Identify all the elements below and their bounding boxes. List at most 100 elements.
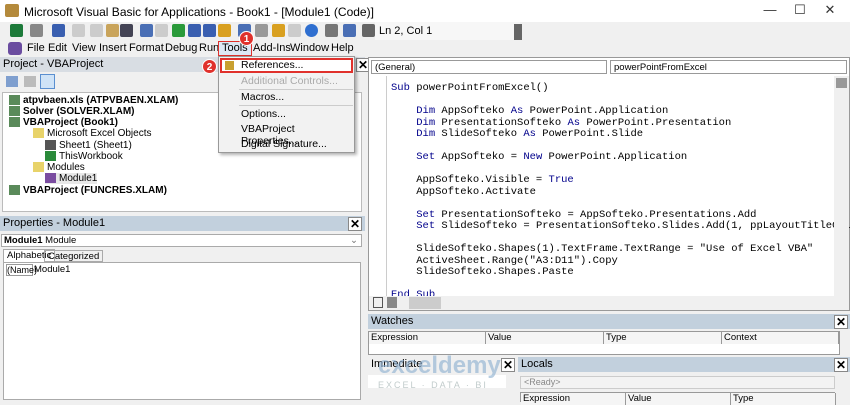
settings-icon[interactable]: [362, 24, 375, 37]
cut-icon[interactable]: [72, 24, 85, 37]
property-name: (Name): [6, 264, 38, 276]
code-line[interactable]: Sub powerPointFromExcel(): [391, 82, 549, 94]
insert-userform-icon[interactable]: [30, 24, 43, 37]
menu-item-options[interactable]: Options...: [241, 108, 286, 120]
properties-window-icon[interactable]: [255, 24, 268, 37]
properties-close-button[interactable]: ✕: [348, 217, 362, 231]
design-mode-icon[interactable]: [218, 24, 231, 37]
toggle-folders-icon[interactable]: [40, 74, 55, 89]
object-dropdown[interactable]: Module1 Module ⌄: [1, 234, 362, 247]
menu-debug[interactable]: Debug: [162, 42, 200, 54]
code-line[interactable]: Set PresentationSofteko = AppSofteko.Pre…: [391, 209, 756, 221]
break-icon[interactable]: [188, 24, 201, 37]
menu-separator: [239, 105, 353, 106]
menu-edit[interactable]: Edit: [45, 42, 70, 54]
minimize-button[interactable]: —: [755, 2, 785, 20]
procedure-selector[interactable]: powerPointFromExcel: [610, 60, 847, 74]
find-icon[interactable]: [120, 24, 133, 37]
excel-icon[interactable]: [10, 24, 23, 37]
project-icon: [9, 106, 20, 117]
tree-item[interactable]: VBAProject (Book1): [9, 117, 118, 128]
code-line[interactable]: AppSofteko.Visible = True: [391, 174, 574, 186]
tree-item[interactable]: Solver (SOLVER.XLAM): [9, 106, 135, 117]
tree-item[interactable]: atpvbaen.xls (ATPVBAEN.XLAM): [9, 95, 178, 106]
column-header[interactable]: Expression: [521, 393, 626, 405]
run-icon[interactable]: [172, 24, 185, 37]
module-icon: [45, 173, 56, 184]
code-line[interactable]: Set SlideSofteko = PresentationSofteko.S…: [391, 220, 850, 232]
column-header[interactable]: Type: [731, 393, 836, 405]
menu-format[interactable]: Format: [126, 42, 167, 54]
code-line[interactable]: Set AppSofteko = New PowerPoint.Applicat…: [391, 151, 687, 163]
tree-item[interactable]: Microsoft Excel Objects: [33, 128, 151, 139]
code-line[interactable]: AppSofteko.Activate: [391, 186, 536, 198]
reset-icon[interactable]: [203, 24, 216, 37]
redo-icon[interactable]: [155, 24, 168, 37]
tab-categorized[interactable]: Categorized: [44, 250, 104, 262]
cursor-position: Ln 2, Col 1: [375, 22, 520, 40]
column-header[interactable]: Value: [626, 393, 731, 405]
save-icon[interactable]: [52, 24, 65, 37]
vba-app-icon: [5, 4, 19, 17]
column-header[interactable]: Value: [486, 332, 604, 344]
code-line[interactable]: Dim PresentationSofteko As PowerPoint.Pr…: [391, 117, 731, 129]
tree-item[interactable]: ThisWorkbook: [45, 151, 123, 162]
maximize-button[interactable]: ☐: [785, 2, 815, 20]
code-line[interactable]: SlideSofteko.Shapes.Paste: [391, 266, 574, 278]
menu-item-macros[interactable]: Macros...: [241, 91, 284, 103]
procedure-view-icon[interactable]: [373, 297, 383, 308]
tools-menu: References... Additional Controls... Mac…: [218, 56, 355, 153]
tree-item[interactable]: Modules: [33, 162, 85, 173]
locals-close-button[interactable]: ✕: [834, 358, 848, 372]
menu-item-digital-signature[interactable]: Digital Signature...: [241, 138, 327, 150]
exceldemy-logo: exceldemy EXCEL · DATA · BI: [378, 352, 501, 390]
view-object-icon[interactable]: [24, 76, 36, 87]
property-value[interactable]: Module1: [34, 264, 70, 275]
horizontal-scrollbar[interactable]: [369, 296, 849, 310]
column-header[interactable]: Context: [722, 332, 839, 344]
menu-insert[interactable]: Insert: [96, 42, 130, 54]
list-icon[interactable]: [325, 24, 338, 37]
locals-status: <Ready>: [520, 376, 835, 389]
vertical-scrollbar[interactable]: [834, 76, 849, 296]
help-icon[interactable]: [305, 24, 318, 37]
sheet-icon: [45, 140, 56, 151]
project-icon: [9, 185, 20, 196]
paste-icon[interactable]: [106, 24, 119, 37]
undo-icon[interactable]: [140, 24, 153, 37]
menu-help[interactable]: Help: [328, 42, 357, 54]
code-line[interactable]: Dim SlideSofteko As PowerPoint.Slide: [391, 128, 643, 140]
menu-item-additional-controls: Additional Controls...: [241, 75, 338, 87]
full-module-view-icon[interactable]: [387, 297, 397, 308]
column-header[interactable]: Type: [604, 332, 722, 344]
bookmark-icon[interactable]: [343, 24, 356, 37]
code-line[interactable]: ActiveSheet.Range("A3:D11").Copy: [391, 255, 618, 267]
step-badge-1: 1: [239, 31, 254, 46]
references-icon: [225, 61, 234, 70]
menu-item-label[interactable]: References...: [241, 59, 303, 71]
code-line[interactable]: Dim AppSofteko As PowerPoint.Application: [391, 105, 668, 117]
folder-icon: [33, 128, 44, 139]
folder-icon: [33, 162, 44, 173]
copy-icon[interactable]: [90, 24, 103, 37]
object-selector[interactable]: (General): [371, 60, 607, 74]
window-title: Microsoft Visual Basic for Applications …: [24, 5, 374, 19]
locals-table: Expression Value Type: [520, 392, 836, 405]
column-header[interactable]: Expression: [369, 332, 486, 344]
object-browser-icon[interactable]: [272, 24, 285, 37]
code-editor[interactable]: Sub powerPointFromExcel() Dim AppSofteko…: [369, 77, 850, 301]
watches-close-button[interactable]: ✕: [834, 315, 848, 329]
properties-pane-title: Properties - Module1: [0, 216, 365, 231]
menu-window[interactable]: Window: [287, 42, 332, 54]
scroll-thumb[interactable]: [409, 297, 441, 309]
tree-item-selected[interactable]: Module1: [45, 173, 98, 184]
title-bar: Microsoft Visual Basic for Applications …: [0, 0, 850, 22]
tree-item[interactable]: Sheet1 (Sheet1): [45, 140, 132, 151]
toolbox-icon[interactable]: [288, 24, 301, 37]
tree-item[interactable]: VBAProject (FUNCRES.XLAM): [9, 185, 167, 196]
menu-view[interactable]: View: [69, 42, 99, 54]
close-button[interactable]: ✕: [815, 2, 845, 20]
view-code-icon[interactable]: [6, 76, 18, 87]
code-line[interactable]: SlideSofteko.Shapes(1).TextFrame.TextRan…: [391, 243, 813, 255]
immediate-close-button[interactable]: ✕: [501, 358, 515, 372]
